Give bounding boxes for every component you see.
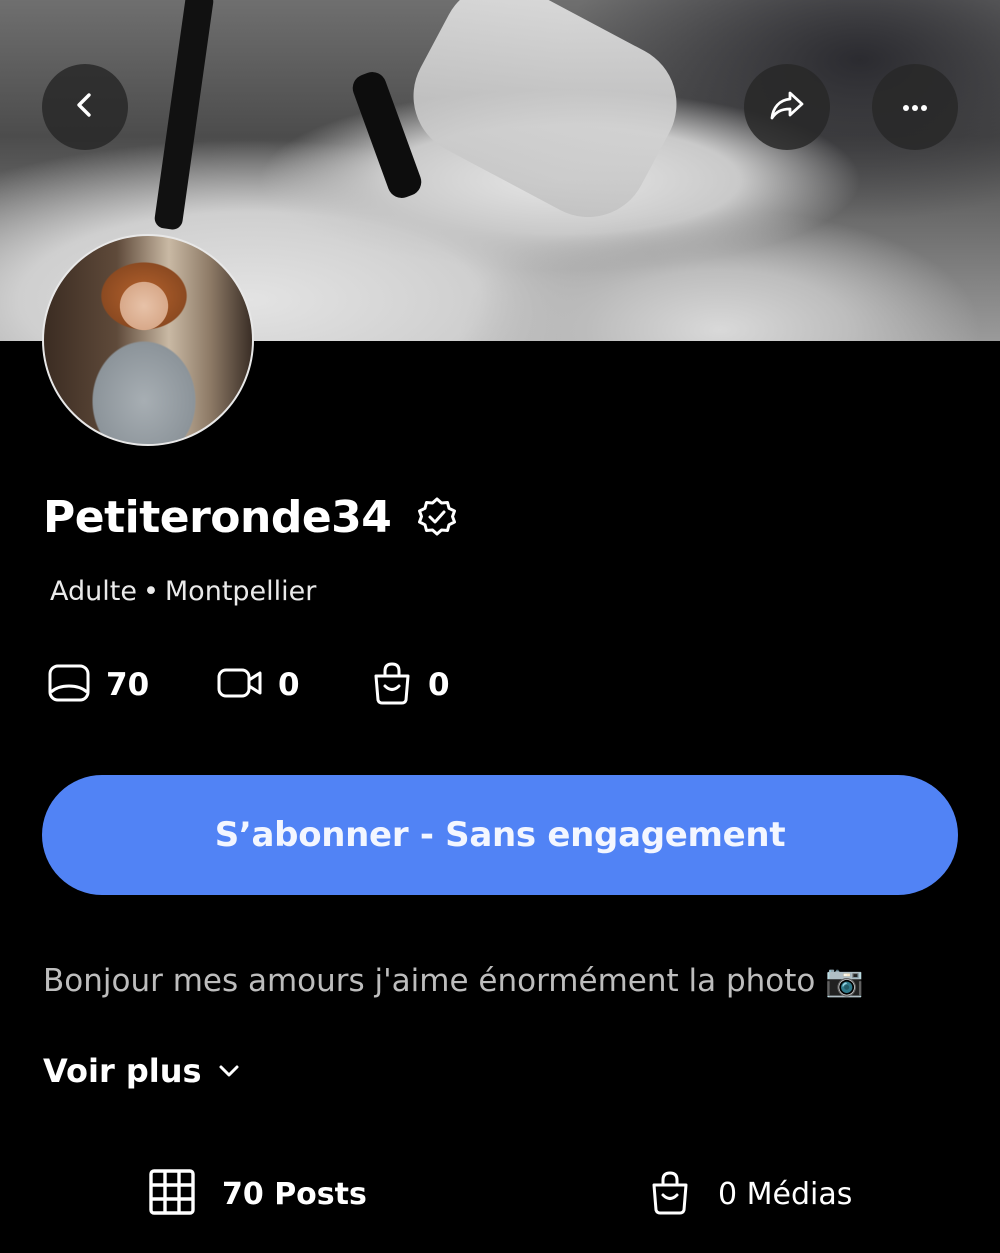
chevron-left-icon — [70, 90, 100, 124]
avatar[interactable] — [42, 234, 254, 446]
username: Petiteronde34 — [43, 492, 392, 543]
stat-photos: 70 — [46, 660, 149, 710]
bag-icon — [648, 1168, 692, 1220]
more-options-button[interactable] — [872, 64, 958, 150]
more-horizontal-icon — [900, 98, 930, 117]
bio-content: Bonjour mes amours j'aime énormément la … — [43, 963, 816, 999]
stat-media-count: 0 — [428, 667, 450, 703]
verified-badge-icon — [415, 496, 459, 540]
tab-media[interactable]: 0 Médias — [648, 1164, 852, 1224]
share-button[interactable] — [744, 64, 830, 150]
cover-detail — [153, 0, 215, 231]
back-button[interactable] — [42, 64, 128, 150]
stat-videos: 0 — [216, 660, 300, 710]
bio-text: Bonjour mes amours j'aime énormément la … — [43, 962, 864, 999]
chevron-down-icon — [216, 1058, 242, 1084]
video-icon — [216, 660, 264, 710]
tab-posts-label: 70 Posts — [222, 1176, 367, 1212]
profile-meta: Adulte • Montpellier — [50, 576, 316, 607]
camera-emoji: 📷 — [825, 963, 864, 999]
stat-media: 0 — [370, 660, 450, 710]
profile-name-row: Petiteronde34 — [43, 492, 459, 543]
bag-icon — [370, 660, 414, 710]
tab-posts[interactable]: 70 Posts — [148, 1164, 367, 1224]
cover-detail — [392, 0, 698, 239]
separator: • — [142, 576, 159, 607]
category-label: Adulte — [50, 576, 137, 607]
stat-photos-count: 70 — [106, 667, 150, 703]
see-more-button[interactable]: Voir plus — [43, 1052, 242, 1090]
grid-icon — [148, 1168, 196, 1220]
subscribe-button[interactable]: S’abonner - Sans engagement — [42, 775, 958, 895]
location-label: Montpellier — [164, 576, 317, 607]
stat-videos-count: 0 — [278, 667, 300, 703]
tab-media-label: 0 Médias — [718, 1176, 853, 1212]
see-more-label: Voir plus — [43, 1052, 202, 1090]
share-arrow-icon — [766, 84, 808, 130]
image-icon — [46, 660, 92, 710]
